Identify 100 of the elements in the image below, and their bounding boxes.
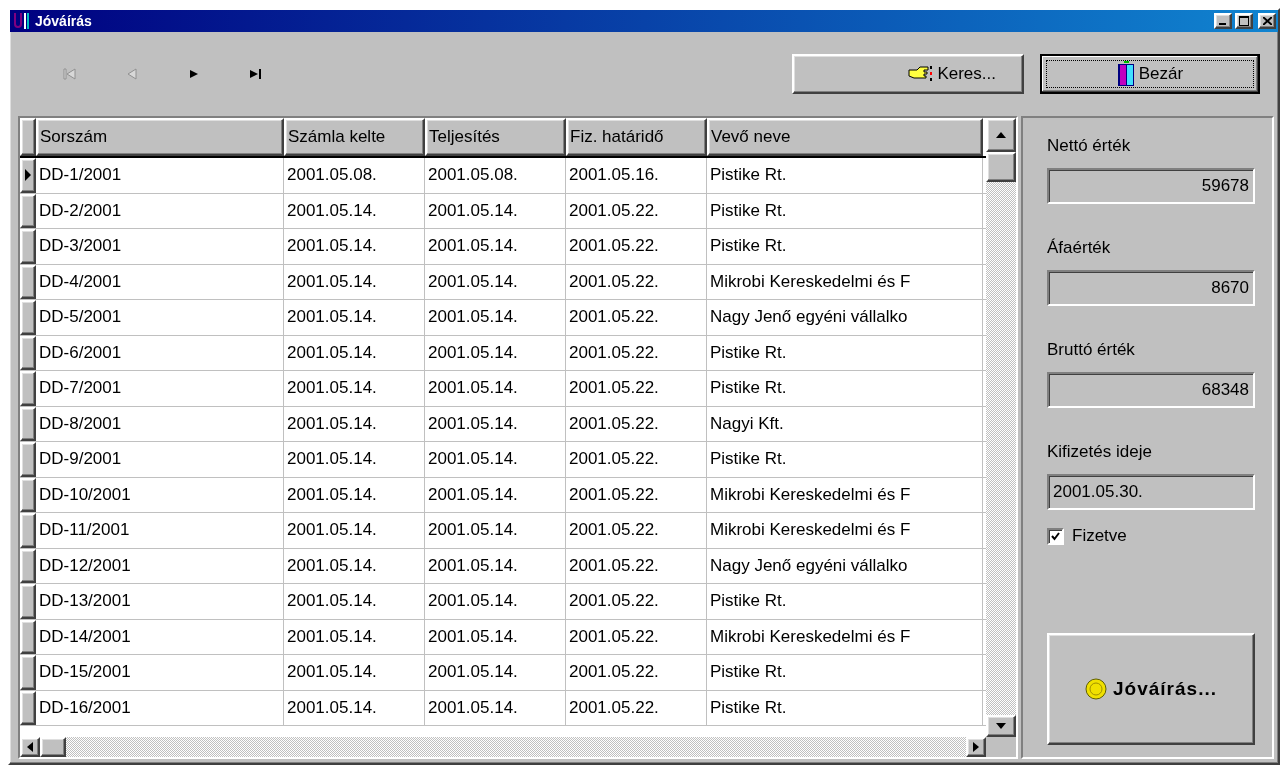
table-cell: DD-14/2001 xyxy=(36,619,284,654)
pointing-hand-icon xyxy=(907,64,934,84)
table-cell: Mikrobi Kereskedelmi és F xyxy=(707,619,983,654)
check-mark-icon xyxy=(1051,531,1060,541)
table-cell: 2001.05.14. xyxy=(284,477,425,512)
row-indicator[interactable] xyxy=(20,229,36,264)
table-cell: 2001.05.14. xyxy=(284,655,425,690)
table-cell: Pistike Rt. xyxy=(707,335,983,370)
app-logo-icon xyxy=(12,12,32,30)
table-cell: Pistike Rt. xyxy=(707,371,983,406)
column-header[interactable]: Fiz. határidő xyxy=(566,118,707,156)
scroll-thumb[interactable] xyxy=(40,737,66,757)
horizontal-scrollbar[interactable] xyxy=(20,737,986,757)
table-cell: 2001.05.14. xyxy=(425,477,566,512)
close-button[interactable] xyxy=(1258,13,1276,29)
row-indicator[interactable] xyxy=(20,442,36,477)
checkbox[interactable] xyxy=(1047,527,1064,545)
table-cell: 2001.05.14. xyxy=(425,264,566,299)
current-row-icon xyxy=(25,169,31,182)
table-cell: 2001.05.14. xyxy=(425,300,566,335)
column-header[interactable]: Sorszám xyxy=(36,118,284,156)
table-cell: Pistike Rt. xyxy=(707,690,983,725)
column-header[interactable]: Számla kelte xyxy=(284,118,425,156)
table-cell: 2001.05.08. xyxy=(425,158,566,193)
table-cell: 2001.05.16. xyxy=(566,158,707,193)
close-form-button[interactable]: Bezár xyxy=(1040,54,1260,94)
table-cell: DD-1/2001 xyxy=(36,158,284,193)
scroll-left-button[interactable] xyxy=(20,737,40,757)
table-cell: 2001.05.14. xyxy=(425,335,566,370)
table-cell: DD-16/2001 xyxy=(36,690,284,725)
last-record-icon[interactable] xyxy=(248,68,262,80)
table-cell: DD-13/2001 xyxy=(36,584,284,619)
scroll-right-button[interactable] xyxy=(966,737,986,757)
table-cell: Nagyi Kft. xyxy=(707,406,983,441)
table-cell: 2001.05.14. xyxy=(284,335,425,370)
table-cell: 2001.05.14. xyxy=(284,619,425,654)
row-indicator[interactable] xyxy=(20,264,36,299)
table-cell: Mikrobi Kereskedelmi és F xyxy=(707,264,983,299)
readonly-field[interactable]: 68348 xyxy=(1047,372,1255,408)
table-cell: 2001.05.22. xyxy=(566,264,707,299)
row-indicator[interactable] xyxy=(20,513,36,548)
table-cell: Pistike Rt. xyxy=(707,193,983,228)
row-indicator[interactable] xyxy=(20,477,36,512)
table-cell: DD-11/2001 xyxy=(36,513,284,548)
vertical-scrollbar[interactable] xyxy=(986,118,1016,737)
table-cell: Pistike Rt. xyxy=(707,158,983,193)
row-indicator[interactable] xyxy=(20,548,36,583)
scroll-up-button[interactable] xyxy=(986,118,1016,152)
table-cell: DD-5/2001 xyxy=(36,300,284,335)
row-indicator[interactable] xyxy=(20,300,36,335)
table-cell: 2001.05.14. xyxy=(284,371,425,406)
row-indicator[interactable] xyxy=(20,371,36,406)
coin-icon xyxy=(1085,678,1107,700)
table-cell: Mikrobi Kereskedelmi és F xyxy=(707,477,983,512)
table-cell: DD-8/2001 xyxy=(36,406,284,441)
table-cell: DD-10/2001 xyxy=(36,477,284,512)
table-cell: Nagy Jenő egyéni vállalko xyxy=(707,300,983,335)
down-arrow-icon xyxy=(996,723,1006,729)
scroll-thumb[interactable] xyxy=(986,152,1016,182)
maximize-button[interactable] xyxy=(1235,13,1253,29)
row-indicator[interactable] xyxy=(20,193,36,228)
row-indicator[interactable] xyxy=(20,619,36,654)
table-cell: 2001.05.22. xyxy=(566,193,707,228)
readonly-field[interactable]: 2001.05.30. xyxy=(1047,474,1255,510)
row-indicator[interactable] xyxy=(20,406,36,441)
table-cell: 2001.05.14. xyxy=(284,193,425,228)
table-cell: 2001.05.22. xyxy=(566,406,707,441)
search-button[interactable]: Keres... xyxy=(792,54,1024,94)
row-indicator[interactable] xyxy=(20,335,36,370)
table-cell: 2001.05.14. xyxy=(425,548,566,583)
table-cell: Pistike Rt. xyxy=(707,584,983,619)
table-cell: 2001.05.14. xyxy=(284,406,425,441)
minimize-button[interactable] xyxy=(1214,13,1232,29)
checkbox-label: Fizetve xyxy=(1072,526,1127,546)
credit-button[interactable]: Jóváírás... xyxy=(1047,633,1255,745)
maximize-icon xyxy=(1239,16,1249,26)
column-header[interactable]: Teljesítés xyxy=(425,118,566,156)
table-cell: 2001.05.14. xyxy=(284,584,425,619)
readonly-field[interactable]: 59678 xyxy=(1047,168,1255,204)
table-cell: DD-4/2001 xyxy=(36,264,284,299)
row-indicator[interactable] xyxy=(20,655,36,690)
close-icon xyxy=(1262,17,1272,25)
table-cell: 2001.05.22. xyxy=(566,655,707,690)
table-cell: 2001.05.14. xyxy=(284,264,425,299)
table-cell: 2001.05.14. xyxy=(284,300,425,335)
table-cell: 2001.05.14. xyxy=(284,690,425,725)
table-cell: 2001.05.22. xyxy=(566,619,707,654)
row-indicator[interactable] xyxy=(20,584,36,619)
table-cell: 2001.05.08. xyxy=(284,158,425,193)
door-icon xyxy=(1116,61,1135,87)
window-title: Jóváírás xyxy=(35,13,93,29)
table-cell: 2001.05.14. xyxy=(425,513,566,548)
table-cell: Mikrobi Kereskedelmi és F xyxy=(707,513,983,548)
table-cell: DD-15/2001 xyxy=(36,655,284,690)
readonly-field[interactable]: 8670 xyxy=(1047,270,1255,306)
scroll-down-button[interactable] xyxy=(986,715,1016,737)
row-indicator[interactable] xyxy=(20,158,36,193)
row-indicator[interactable] xyxy=(20,690,36,725)
table-cell: 2001.05.22. xyxy=(566,371,707,406)
column-header[interactable]: Vevő neve xyxy=(707,118,983,156)
